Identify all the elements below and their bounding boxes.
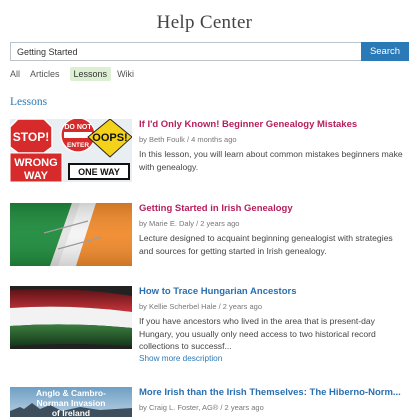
lesson-description-line: In this lesson, you will learn about com… (139, 149, 403, 159)
thumb-do-not-text: DO NOT (64, 124, 92, 131)
lesson-description-line: and sources for getting started in Irish… (139, 245, 327, 256)
lesson-item: STOP! DO NOT ENTER OOPS! WRONG WAY ONE W… (10, 119, 409, 194)
search-input[interactable] (10, 42, 361, 61)
page-title: Help Center (156, 12, 253, 33)
lesson-meta: by Craig L. Foster, AG® / 2 years ago (139, 403, 264, 412)
thumb-enter-text: ENTER (67, 142, 89, 149)
thumb-one-way-text: ONE WAY (78, 167, 120, 177)
search-button[interactable]: Search (361, 42, 409, 61)
thumb-wrong-text: WRONG (14, 157, 57, 169)
lesson-description: Lecture designed to acquaint beginning g… (139, 232, 409, 257)
lesson-description-line: Hungary, you usually only need access to… (139, 328, 376, 339)
section-heading: Lessons (10, 96, 48, 108)
lesson-title-link[interactable]: How to Trace Hungarian Ancestors (139, 286, 409, 298)
lesson-item: Getting Started in Irish Genealogy by Ma… (10, 203, 409, 278)
tab-wiki[interactable]: Wiki (117, 67, 134, 81)
lesson-meta: by Kellie Scherbel Hale / 2 years ago (139, 302, 262, 311)
tab-articles[interactable]: Articles (30, 67, 60, 81)
thumb-oops-text: OOPS! (92, 132, 127, 144)
filter-tabs: All Articles Lessons Wiki (10, 66, 144, 82)
lesson-description: If you have ancestors who lived in the a… (139, 315, 409, 353)
lesson-item: How to Trace Hungarian Ancestors by Kell… (10, 286, 409, 364)
lesson-meta: by Marie E. Daly / 2 years ago (139, 219, 240, 228)
lesson-item: Anglo & Cambro- Norman Invasion of Irela… (10, 387, 409, 417)
tab-all[interactable]: All (10, 67, 20, 81)
lesson-description-line: If you have ancestors who lived in the a… (139, 316, 375, 326)
thumb-caption-line: of Ireland (52, 408, 90, 417)
lesson-title-link[interactable]: More Irish than the Irish Themselves: Th… (139, 387, 409, 399)
search-bar: Search (10, 42, 409, 61)
lesson-description-line: collections to successf... (139, 341, 232, 351)
hungarian-flag-thumbnail[interactable] (10, 286, 132, 349)
lesson-title-link[interactable]: If I'd Only Known! Beginner Genealogy Mi… (139, 119, 409, 131)
lesson-description: In this lesson, you will learn about com… (139, 148, 409, 173)
thumb-way-text: WAY (24, 170, 49, 182)
thumb-caption-line: Anglo & Cambro- (36, 388, 106, 398)
thumb-stop-text: STOP! (13, 130, 49, 144)
lesson-description-line: Lecture designed to acquaint beginning g… (139, 233, 393, 243)
norman-invasion-thumbnail[interactable]: Anglo & Cambro- Norman Invasion of Irela… (10, 387, 132, 417)
lesson-title-link[interactable]: Getting Started in Irish Genealogy (139, 203, 409, 215)
thumb-caption-line: Norman Invasion (37, 398, 106, 408)
tab-lessons[interactable]: Lessons (69, 67, 112, 81)
road-signs-thumbnail[interactable]: STOP! DO NOT ENTER OOPS! WRONG WAY ONE W… (10, 119, 132, 182)
show-more-link[interactable]: Show more description (139, 353, 409, 364)
irish-flag-thumbnail[interactable] (10, 203, 132, 266)
lesson-meta: by Beth Foulk / 4 months ago (139, 135, 237, 144)
lesson-description-line: with genealogy. (139, 161, 199, 172)
